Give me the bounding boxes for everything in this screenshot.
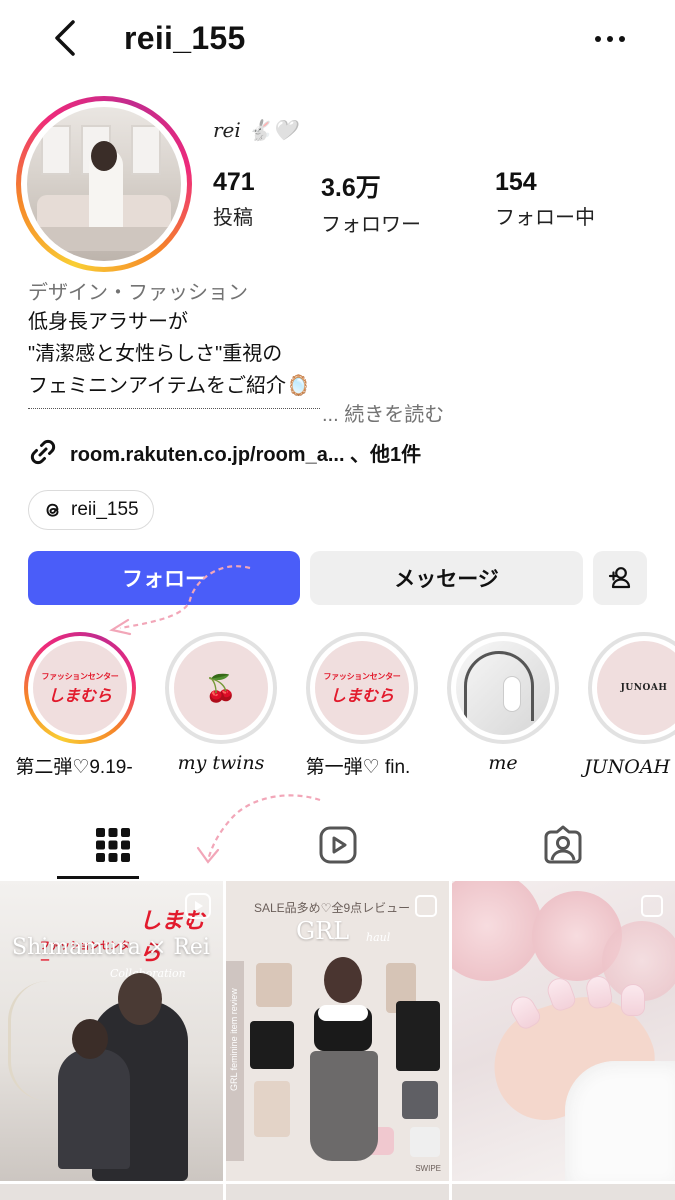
highlight-item[interactable]: ファッションセンター しまむら 第二弾♡9.19- — [15, 632, 136, 779]
reels-icon — [319, 826, 356, 864]
decorative-arrow — [109, 565, 251, 636]
carousel-icon — [641, 895, 663, 917]
highlight-item[interactable]: ファッションセンター しまむら 第一弾♡ fin. — [306, 632, 418, 779]
carousel-icon — [415, 895, 437, 917]
junoah-logo: JUNOAH — [620, 683, 668, 693]
profile-link[interactable]: room.rakuten.co.jp/room_a... 、他1件 — [28, 436, 421, 468]
highlight-item[interactable]: JUNOAH JUNOAH コ — [584, 632, 675, 779]
display-name: rei 🐇🤍 — [213, 118, 297, 142]
top-bar: reii_155 — [0, 0, 675, 80]
grid-icon — [95, 828, 130, 862]
stat-following[interactable]: 154 フォロー中 — [495, 168, 595, 230]
cherry-icon: 🍒 — [204, 672, 238, 703]
add-person-icon — [608, 567, 631, 589]
bio-divider — [28, 408, 320, 409]
more-options-button[interactable] — [587, 22, 633, 56]
highlight-label: 第一弾♡ fin. — [305, 757, 411, 778]
highlight-label: my twins — [177, 752, 265, 774]
threads-badge[interactable]: reii_155 — [28, 490, 154, 530]
threads-icon — [46, 503, 59, 517]
profile-bio: 低身長アラサーが "清潔感と女性らしさ"重視の フェミニンアイテムをご紹介🪞 — [28, 311, 311, 397]
post-thumbnail[interactable]: ファッションセンター しまむら Shimamura × Rei Collabor… — [0, 881, 223, 1181]
tab-posts[interactable] — [0, 810, 225, 880]
message-button[interactable]: メッセージ — [310, 551, 583, 605]
highlight-item[interactable]: me — [447, 632, 559, 774]
post-thumbnail[interactable] — [0, 1184, 223, 1200]
link-text: room.rakuten.co.jp/room_a... 、他1件 — [70, 443, 422, 466]
avatar-photo — [27, 107, 181, 261]
highlight-label: 第二弾♡9.19- — [15, 757, 133, 778]
tab-tagged[interactable] — [450, 810, 675, 880]
threads-handle: reii_155 — [71, 499, 139, 520]
chevron-left-icon — [55, 20, 75, 56]
side-caption: GRL feminine item review — [229, 988, 239, 1091]
story-highlights: ファッションセンター しまむら 第二弾♡9.19- 🍒 my twins ファッ… — [0, 632, 675, 782]
post-caption: SALE品多め♡全9点レビュー — [254, 901, 411, 915]
post-thumbnail[interactable] — [452, 1184, 675, 1200]
highlight-label: me — [488, 752, 518, 774]
post-title: Shimamura × Rei — [12, 935, 210, 960]
post-grid: ファッションセンター しまむら Shimamura × Rei Collabor… — [0, 881, 675, 1200]
stat-followers[interactable]: 3.6万 フォロワー — [321, 168, 421, 237]
post-model — [308, 957, 378, 1167]
profile-avatar[interactable] — [16, 96, 192, 272]
post-title: GRL — [296, 917, 350, 945]
active-tab-indicator — [57, 876, 139, 879]
profile-username: reii_155 — [124, 20, 246, 56]
suggested-users-button[interactable] — [593, 551, 647, 605]
tab-reels[interactable] — [225, 810, 450, 880]
read-more-link[interactable]: ... 続きを読む — [322, 398, 444, 427]
post-title-suffix: haul — [366, 931, 391, 944]
profile-category: デザイン・ファッション — [28, 282, 248, 304]
back-button[interactable] — [44, 18, 84, 58]
post-thumbnail[interactable]: GRL feminine item review SALE品多め♡全9点レビュー… — [226, 881, 449, 1181]
link-icon — [28, 437, 58, 467]
tagged-icon — [544, 825, 581, 864]
post-thumbnail[interactable] — [226, 1184, 449, 1200]
stat-posts[interactable]: 471 投稿 — [213, 168, 255, 230]
post-thumbnail[interactable] — [452, 881, 675, 1181]
highlight-item[interactable]: 🍒 my twins — [165, 632, 277, 774]
reel-icon — [185, 893, 211, 919]
shimamura-logo: ファッションセンター しまむら — [33, 641, 127, 735]
highlight-label: JUNOAH コ — [584, 756, 675, 778]
swipe-hint: SWIPE — [415, 1164, 441, 1173]
shimamura-logo: ファッションセンター しまむら — [315, 641, 409, 735]
profile-tabs — [0, 810, 675, 880]
ellipsis-icon — [595, 36, 601, 42]
highlight-photo — [456, 641, 550, 735]
